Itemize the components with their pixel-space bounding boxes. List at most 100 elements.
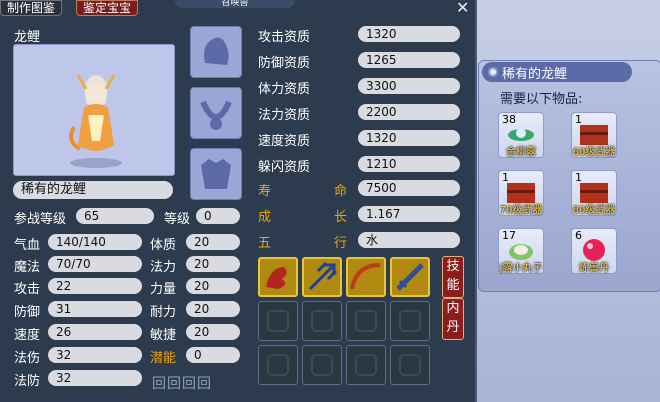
- battle-level-value: 65: [76, 208, 154, 224]
- skill-slot-empty[interactable]: [258, 301, 298, 341]
- sword-icon: [396, 263, 424, 291]
- stat-value[interactable]: 20: [186, 324, 240, 340]
- decorative-pattern: 回回回回: [152, 376, 212, 392]
- material-name: J露小丸子: [499, 263, 543, 274]
- knot-icon: [399, 354, 421, 376]
- skill-slot-empty[interactable]: [390, 345, 430, 385]
- window-title: 召唤兽: [175, 0, 295, 8]
- material-slot[interactable]: 38 金柳露: [498, 112, 544, 158]
- equip-slot-helmet[interactable]: [190, 26, 242, 78]
- close-icon[interactable]: ✕: [456, 0, 469, 17]
- knot-icon: [311, 310, 333, 332]
- attr-label-text: 体力资质: [258, 82, 311, 97]
- growth-label-a: 成: [258, 210, 272, 225]
- whip-icon: [350, 263, 381, 290]
- skill-slot-empty[interactable]: [390, 301, 430, 341]
- pet-name-heading: 龙鲤: [14, 30, 41, 45]
- inner-pill-button[interactable]: 内丹: [442, 298, 464, 340]
- stat-value: 26: [48, 324, 142, 340]
- attr-label: 法力资质: [258, 104, 348, 123]
- knot-icon: [267, 354, 289, 376]
- attr-label: 体力资质: [258, 78, 348, 97]
- attr-value: 2200: [358, 104, 460, 120]
- material-slot[interactable]: 1 80级武器: [571, 170, 617, 216]
- lifespan-label-a: 寿: [258, 184, 272, 199]
- pet-name-field[interactable]: 稀有的龙鲤: [13, 181, 173, 199]
- skill-slot[interactable]: [258, 257, 298, 297]
- attr-label-text: 法力资质: [258, 108, 311, 123]
- stat-label: 攻击: [14, 282, 41, 297]
- attr-value: 3300: [358, 78, 460, 94]
- stat-label: 魔法: [14, 260, 41, 275]
- stat-value[interactable]: 20: [186, 234, 240, 250]
- battle-level-label: 参战等级: [14, 212, 67, 227]
- stat-label: 防御: [14, 305, 41, 320]
- stat-value[interactable]: 20: [186, 278, 240, 294]
- stat-value: 32: [48, 370, 142, 386]
- attr-label: 速度资质: [258, 130, 348, 149]
- dragon-icon: [266, 267, 287, 289]
- material-count: 6: [575, 229, 582, 242]
- element-label-b: 行: [334, 236, 348, 251]
- stat-value[interactable]: 20: [186, 256, 240, 272]
- material-name: 炼兽丹: [579, 263, 609, 274]
- attr-label: 攻击资质: [258, 26, 348, 45]
- lifespan-label-b: 命: [334, 184, 348, 199]
- stat-label: 气血: [14, 238, 41, 253]
- skill-slot-empty[interactable]: [346, 345, 386, 385]
- skill-slot[interactable]: [302, 257, 342, 297]
- material-slot[interactable]: 1 70级武器: [498, 170, 544, 216]
- knot-icon: [355, 354, 377, 376]
- knot-icon: [355, 310, 377, 332]
- stat-label: 敏捷: [150, 328, 177, 343]
- element-value: 水: [358, 232, 460, 248]
- attr-value: 1265: [358, 52, 460, 68]
- stat-label: 法伤: [14, 351, 41, 366]
- attr-value: 1320: [358, 130, 460, 146]
- pet-portrait: [13, 44, 175, 176]
- material-count: 38: [502, 113, 516, 126]
- bullet-icon: [488, 67, 498, 77]
- materials-need-label: 需要以下物品:: [500, 92, 583, 107]
- skill-slot[interactable]: [346, 257, 386, 297]
- material-count: 1: [575, 113, 582, 126]
- material-slot[interactable]: 17 J露小丸子: [498, 228, 544, 274]
- lifespan-value: 7500: [358, 180, 460, 196]
- potential-label: 潜能: [150, 351, 177, 366]
- element-label-a: 五: [258, 236, 272, 251]
- stat-value: 22: [48, 278, 142, 294]
- material-count: 1: [502, 171, 509, 184]
- potential-value: 0: [186, 347, 240, 363]
- equip-slot-necklace[interactable]: [190, 87, 242, 139]
- stat-label: 法力: [150, 260, 177, 275]
- attr-label-text: 防御资质: [258, 56, 311, 71]
- growth-label-b: 长: [334, 210, 348, 225]
- skill-slot-empty[interactable]: [346, 301, 386, 341]
- skill-slot-empty[interactable]: [258, 345, 298, 385]
- tab-make-handbook[interactable]: 制作图鉴: [0, 0, 63, 16]
- tab-appraise-pet[interactable]: 鉴定宝宝: [76, 0, 139, 16]
- attr-label-text: 躲闪资质: [258, 160, 311, 175]
- stat-label: 力量: [150, 282, 177, 297]
- knot-icon: [267, 310, 289, 332]
- stat-label: 耐力: [150, 305, 177, 320]
- material-slot[interactable]: 6 炼兽丹: [571, 228, 617, 274]
- stat-value[interactable]: 20: [186, 301, 240, 317]
- growth-value: 1.167: [358, 206, 460, 222]
- attr-label: 防御资质: [258, 52, 348, 71]
- attr-label: 躲闪资质: [258, 156, 348, 175]
- skill-slot-empty[interactable]: [302, 345, 342, 385]
- skill-slot-empty[interactable]: [302, 301, 342, 341]
- stat-label: 速度: [14, 328, 41, 343]
- equip-slot-armor[interactable]: [190, 148, 242, 200]
- material-count: 17: [502, 229, 516, 242]
- skill-slot[interactable]: [390, 257, 430, 297]
- skill-button[interactable]: 技能: [442, 256, 464, 298]
- attr-value: 1320: [358, 26, 460, 42]
- knot-icon: [311, 354, 333, 376]
- material-name: 70级武器: [499, 205, 543, 216]
- helmet-icon: [204, 37, 229, 65]
- material-slot[interactable]: 1 60级武器: [571, 112, 617, 158]
- armor-icon: [201, 159, 231, 189]
- stat-label: 体质: [150, 238, 177, 253]
